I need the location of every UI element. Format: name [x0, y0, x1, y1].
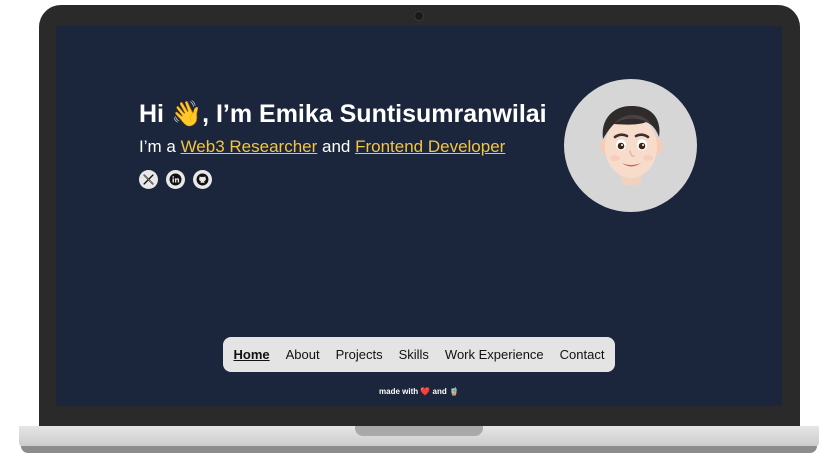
nav-work-experience[interactable]: Work Experience — [445, 347, 544, 362]
sub-prefix: I’m a — [139, 137, 181, 156]
footer-prefix: made with — [379, 387, 421, 396]
x-twitter-icon[interactable] — [139, 170, 158, 189]
github-icon[interactable] — [193, 170, 212, 189]
hero-title: Hi 👋, I’m Emika Suntisumranwilai — [139, 100, 547, 128]
linkedin-icon[interactable] — [166, 170, 185, 189]
footer-credit: made with ❤️ and 🧋 — [56, 387, 782, 396]
social-links — [139, 170, 212, 189]
nav-home[interactable]: Home — [234, 347, 270, 362]
avatar — [564, 79, 697, 212]
memoji-avatar-icon — [600, 105, 663, 185]
heart-icon: ❤️ — [420, 387, 431, 396]
role-frontend-developer-link[interactable]: Frontend Developer — [355, 137, 505, 156]
footer-mid: and — [430, 387, 449, 396]
hero-subtitle: I’m a Web3 Researcher and Frontend Devel… — [139, 137, 505, 157]
role-web3-researcher-link[interactable]: Web3 Researcher — [181, 137, 318, 156]
laptop-notch — [355, 426, 483, 436]
nav-projects[interactable]: Projects — [336, 347, 383, 362]
screen: Hi 👋, I’m Emika Suntisumranwilai I’m a W… — [56, 26, 782, 406]
laptop-base-lip — [21, 446, 817, 453]
camera-icon — [414, 11, 424, 21]
nav-about[interactable]: About — [286, 347, 320, 362]
bubble-tea-icon: 🧋 — [449, 387, 459, 396]
sub-mid: and — [317, 137, 356, 156]
bottom-nav: Home About Projects Skills Work Experien… — [223, 337, 615, 372]
nav-contact[interactable]: Contact — [560, 347, 605, 362]
nav-skills[interactable]: Skills — [399, 347, 429, 362]
